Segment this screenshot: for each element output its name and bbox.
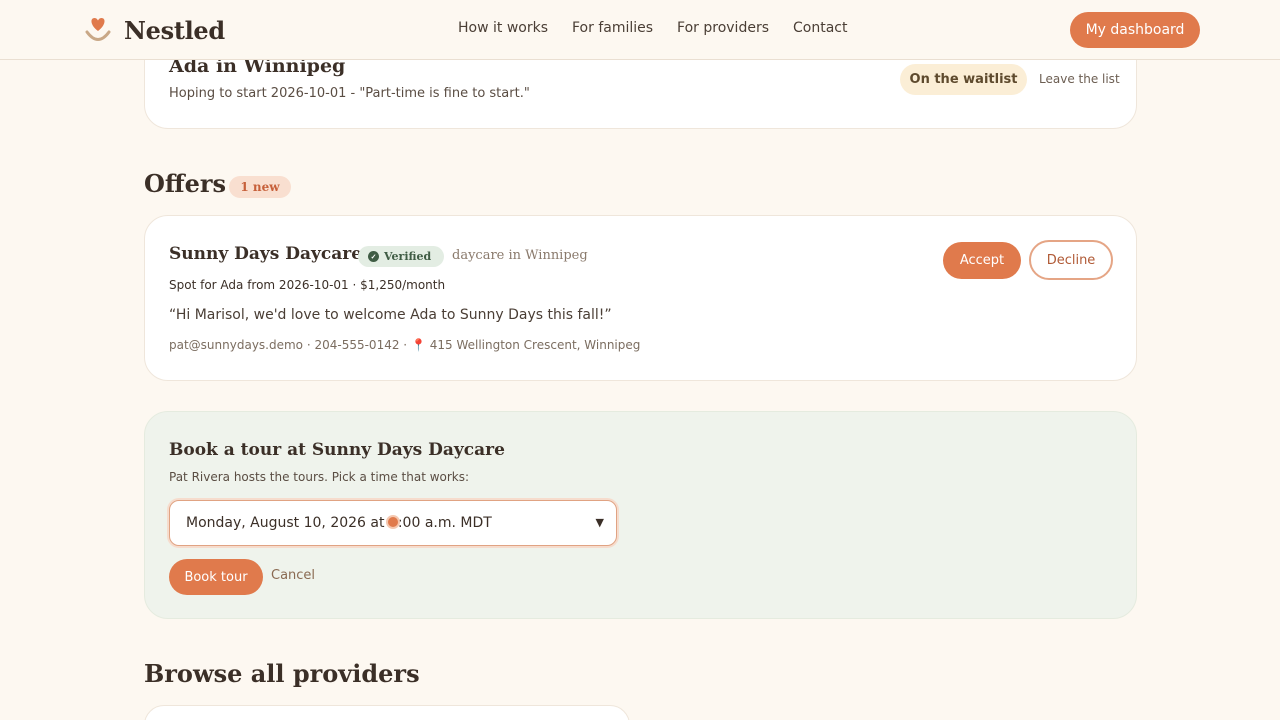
verified-label: Verified [384,250,432,263]
offer-card: Sunny Days Daycare ✓ Verified daycare in… [144,215,1137,381]
tour-title: Book a tour at Sunny Days Daycare [169,440,505,460]
provider-name: Sunny Days Daycare [169,244,363,264]
accept-offer-button[interactable]: Accept [943,242,1021,279]
offer-spot-details: Spot for Ada from 2026-10-01 · $1,250/mo… [169,278,446,292]
decline-offer-button[interactable]: Decline [1029,240,1113,280]
mouse-cursor-indicator [386,515,400,529]
my-dashboard-button[interactable]: My dashboard [1070,12,1200,48]
new-offers-badge: 1 new [229,176,291,198]
provider-meta: daycare in Winnipeg [452,248,588,263]
provider-card-partial [144,705,630,720]
nav-for-providers[interactable]: For providers [677,20,769,36]
book-tour-button[interactable]: Book tour [169,559,263,595]
location-pin-icon: 📍 [410,338,426,352]
heart-smile-icon [84,15,112,45]
tour-subtitle: Pat Rivera hosts the tours. Pick a time … [169,470,470,484]
nav-contact[interactable]: Contact [793,20,847,36]
waitlist-status-badge: On the waitlist [900,64,1027,95]
site-header: Nestled How it works For families For pr… [0,0,1280,60]
chevron-down-icon: ▼ [595,516,604,529]
brand-name: Nestled [124,15,225,45]
verified-badge: ✓ Verified [358,246,444,267]
waitlist-subtitle: Hoping to start 2026-10-01 - "Part-time … [169,86,530,101]
leave-list-link[interactable]: Leave the list [1039,72,1120,86]
offers-heading: Offers [144,169,227,198]
book-tour-panel: Book a tour at Sunny Days Daycare Pat Ri… [144,411,1137,619]
browse-heading: Browse all providers [144,659,420,688]
contact-details: pat@sunnydays.demo · 204-555-0142 · [169,338,408,352]
selected-time: Monday, August 10, 2026 at 9:00 a.m. MDT [186,515,492,531]
cancel-tour-link[interactable]: Cancel [271,568,315,583]
brand-logo[interactable]: Nestled [84,15,225,45]
main-nav: How it works For families For providers … [458,20,871,36]
nav-how-it-works[interactable]: How it works [458,20,548,36]
check-circle-icon: ✓ [368,251,379,262]
offer-message: “Hi Marisol, we'd love to welcome Ada to… [169,307,612,323]
provider-address: 415 Wellington Crescent, Winnipeg [429,338,641,352]
offer-contact: pat@sunnydays.demo · 204-555-0142 · 📍 41… [169,338,640,352]
nav-for-families[interactable]: For families [572,20,653,36]
